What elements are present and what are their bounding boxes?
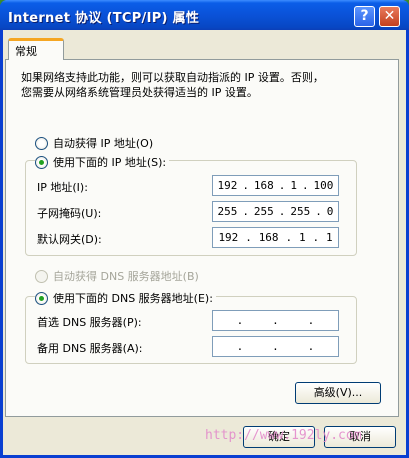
close-button[interactable]: ✕	[379, 6, 400, 27]
mask-octet-3: 255	[290, 205, 311, 218]
subnet-mask-label: 子网掩码(U):	[37, 207, 102, 220]
ip-octet-4: 100	[313, 179, 334, 192]
ip-octet-3: 1	[290, 179, 297, 192]
tab-general-label: 常规	[15, 45, 37, 58]
ip-auto-label: 自动获得 IP 地址(O)	[53, 137, 154, 150]
subnet-mask-field[interactable]: 255. 255. 255. 0	[212, 201, 339, 222]
ip-manual-radio-row[interactable]: 使用下面的 IP 地址(S):	[35, 154, 170, 170]
tab-general[interactable]: 常规	[8, 38, 64, 60]
advanced-button[interactable]: 高级(V)...	[295, 382, 381, 404]
help-button[interactable]: ?	[354, 6, 375, 27]
gw-octet-3: 1	[298, 231, 306, 244]
preferred-dns-field[interactable]: . . .	[212, 310, 339, 331]
gw-octet-4: 1	[325, 231, 333, 244]
ip-octet-2: 168	[253, 179, 274, 192]
title-bar[interactable]: Internet 协议 (TCP/IP) 属性 ? ✕	[0, 0, 409, 30]
ip-manual-label: 使用下面的 IP 地址(S):	[53, 156, 167, 169]
window-title: Internet 协议 (TCP/IP) 属性	[8, 11, 200, 26]
preferred-dns-label: 首选 DNS 服务器(P):	[37, 316, 142, 329]
ip-auto-radio-row[interactable]: 自动获得 IP 地址(O)	[35, 135, 157, 151]
ip-address-field[interactable]: 192. 168. 1. 100	[212, 175, 339, 196]
gw-octet-1: 192	[218, 231, 239, 244]
mask-octet-2: 255	[253, 205, 274, 218]
ip-octet-1: 192	[217, 179, 238, 192]
watermark-text: http://www.192ly.com	[205, 428, 362, 443]
dns-manual-label: 使用下面的 DNS 服务器地址(E):	[53, 292, 213, 305]
mask-octet-4: 0	[326, 205, 334, 218]
dns-auto-radio-row[interactable]: 自动获得 DNS 服务器地址(B)	[35, 268, 202, 284]
mask-octet-1: 255	[217, 205, 238, 218]
ip-address-label: IP 地址(I):	[37, 181, 88, 194]
dns-manual-radio-row[interactable]: 使用下面的 DNS 服务器地址(E):	[35, 290, 216, 306]
description-line-2: 您需要从网络系统管理员处获得适当的 IP 设置。	[21, 86, 258, 99]
ip-manual-radio[interactable]	[35, 155, 48, 169]
close-icon: ✕	[383, 8, 396, 24]
default-gateway-label: 默认网关(D):	[37, 233, 102, 246]
dns-auto-radio[interactable]	[35, 269, 48, 283]
help-icon: ?	[360, 8, 369, 24]
dns-manual-radio[interactable]	[35, 291, 48, 305]
ip-auto-radio[interactable]	[35, 136, 48, 150]
default-gateway-field[interactable]: 192. 168. 1. 1	[212, 227, 339, 248]
dns-auto-label: 自动获得 DNS 服务器地址(B)	[53, 270, 199, 283]
description-text: 如果网络支持此功能，则可以获取自动指派的 IP 设置。否则， 您需要从网络系统管…	[21, 70, 371, 100]
alternate-dns-field[interactable]: . . .	[212, 336, 339, 357]
alternate-dns-label: 备用 DNS 服务器(A):	[37, 342, 143, 355]
gw-octet-2: 168	[258, 231, 279, 244]
description-line-1: 如果网络支持此功能，则可以获取自动指派的 IP 设置。否则，	[21, 71, 324, 84]
